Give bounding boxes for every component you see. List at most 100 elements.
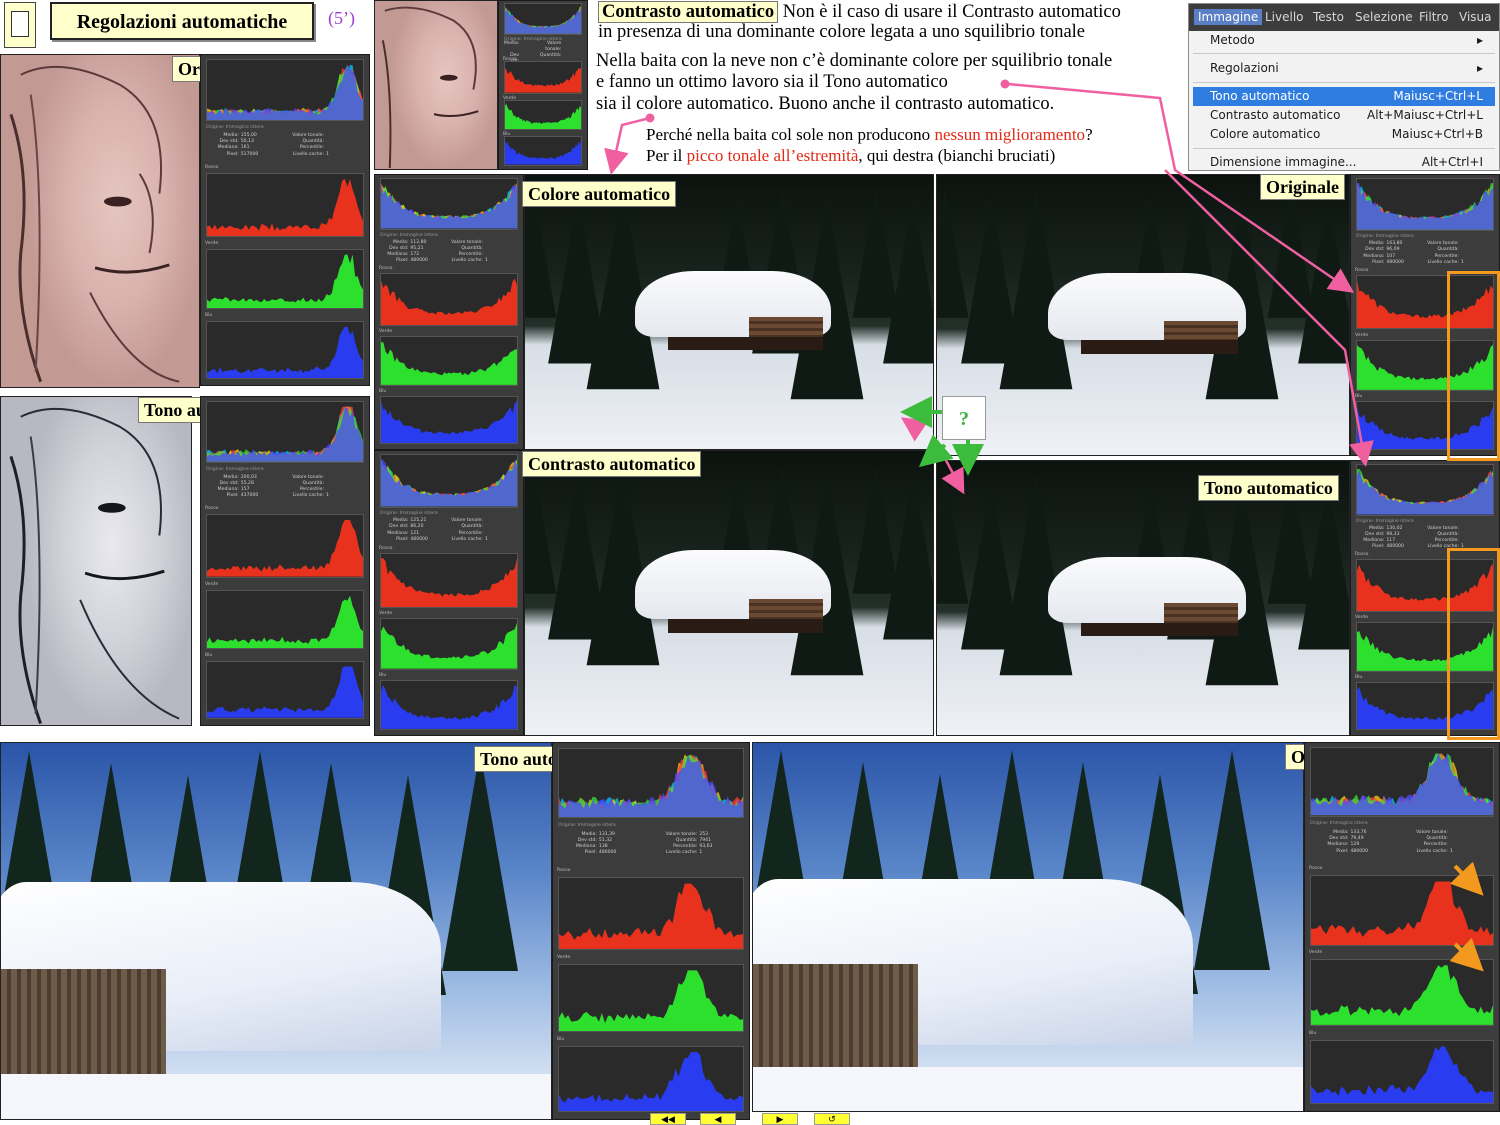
menubar-immagine[interactable]: Immagine (1194, 9, 1263, 25)
blue-channel-histogram (380, 679, 518, 730)
blue-channel-histogram-graph (1311, 1045, 1493, 1104)
blue-channel-histogram (1310, 1039, 1494, 1105)
note-line-7-b: , qui destra (bianchi bruciati) (858, 146, 1056, 165)
stats-cell: Pixel: (396, 536, 409, 542)
cabin-base (667, 618, 823, 633)
histogram-panel-tono-sunny: Origine: Immagine intera Media: 131,39 Valo… (552, 742, 750, 1120)
menubar-selezione[interactable]: Selezione (1355, 10, 1413, 24)
histogram-stats: Media: 155,00 Valore tonale: Dev std: 50,13 Q… (206, 133, 364, 158)
note-line-7-a: Per il (646, 146, 687, 165)
note-line-5: sia il colore automatico. Buono anche il… (596, 94, 1055, 114)
menu-item-label: Dimensione immagine... (1210, 155, 1357, 169)
stats-cell: 480000 (410, 536, 428, 542)
histogram-panel-tono-face: Origine: Immagine intera Media: 200,03 Valo… (200, 396, 370, 726)
histogram-panel-colore: Origine: Immagine intera Media: 112,80 Valo… (374, 174, 524, 450)
menu-item-metodo[interactable]: Metodo ▸ (1193, 31, 1495, 50)
channel-label-red: Rosso (379, 545, 393, 551)
stats-cell: Livello cache: (292, 151, 325, 157)
blue-channel-histogram-graph (381, 400, 517, 444)
composite-histogram (206, 59, 364, 121)
stats-cell: 1 (1460, 259, 1464, 265)
menubar-visualizza[interactable]: Visua (1459, 10, 1492, 24)
stats-cell: 517000 (240, 151, 259, 157)
page-title: Regolazioni automatiche (50, 2, 314, 40)
tree-silhouette (882, 475, 933, 640)
blue-channel-histogram-graph (207, 326, 363, 378)
nav-first-button[interactable]: ◀◀ (650, 1113, 686, 1125)
stats-cell: Livello cache: (1416, 848, 1448, 854)
composite-histogram-graph (207, 64, 363, 120)
note-line-6-a: Perché nella baita col sole non producon… (646, 125, 935, 144)
sunny-photo-original (752, 742, 1304, 1112)
blue-channel-histogram (206, 661, 364, 720)
stats-cell: 1 (326, 151, 329, 157)
histogram-source-tabs: Origine: Immagine intera (380, 511, 438, 517)
channel-label-blue: Blu (1355, 675, 1363, 681)
red-channel-histogram-graph (1311, 881, 1493, 945)
menubar-livello[interactable]: Livello (1265, 10, 1304, 24)
green-channel-histogram (206, 249, 364, 309)
histogram-source-tabs: Origine: Immagine intera (1356, 234, 1414, 240)
green-channel-histogram (504, 99, 582, 131)
channel-label-blue: Blu (379, 389, 387, 395)
menu-item-label: Tono automatico (1210, 89, 1310, 103)
nav-next-button[interactable]: ▶ (762, 1113, 798, 1125)
page-icon (4, 2, 36, 48)
snow-photo-contrasto (524, 450, 934, 736)
menu-item-dimensione-immagine[interactable]: Dimensione immagine... Alt+Ctrl+I (1193, 153, 1495, 172)
histogram-stats: Media: 125,21 Valore tonale: Dev std: 86,20 Q… (380, 518, 518, 543)
green-channel-histogram (558, 964, 744, 1033)
blue-channel-histogram (558, 1046, 744, 1113)
channel-label-blue: Blu (1355, 393, 1363, 399)
composite-histogram (504, 3, 582, 35)
stats-cell: Pixel: (1372, 544, 1385, 550)
histogram-source-tabs: Origine: Immagine intera (1310, 821, 1368, 827)
menubar-filtro[interactable]: Filtro (1419, 10, 1448, 24)
green-channel-histogram (380, 617, 518, 670)
stats-cell (521, 41, 540, 53)
face-thumbnail (374, 0, 498, 170)
stats-cell: 1 (484, 536, 488, 542)
red-channel-histogram-graph (381, 557, 517, 607)
composite-histogram (1356, 464, 1494, 516)
menubar-testo[interactable]: Testo (1313, 10, 1344, 24)
stats-row: Pixel: 437000 Livello cache: 1 (206, 493, 364, 499)
question-box: ? (942, 396, 986, 440)
composite-histogram-graph (381, 183, 517, 229)
stats-row: Pixel: 480000 Livello cache: 1 (1310, 849, 1494, 855)
red-channel-histogram-graph (381, 278, 517, 326)
red-channel-histogram (558, 877, 744, 951)
menu-item-tono-automatico[interactable]: Tono automatico Maiusc+Ctrl+L (1193, 87, 1495, 106)
tree-silhouette (882, 198, 933, 364)
red-channel-histogram (206, 514, 364, 578)
stats-cell: 480000 (1350, 848, 1369, 854)
channel-label-red: Rosso (1355, 552, 1369, 558)
green-channel-histogram (206, 589, 364, 650)
channel-label-green: Verde (205, 581, 219, 587)
stats-cell: Livello cache: (292, 493, 325, 499)
channel-label-green: Verde (1355, 332, 1369, 338)
stats-cell: 480000 (1386, 259, 1404, 265)
menu-item-colore-automatico[interactable]: Colore automatico Maiusc+Ctrl+B (1193, 125, 1495, 144)
menu-item-contrasto-automatico[interactable]: Contrasto automatico Alt+Maiusc+Ctrl+L (1193, 106, 1495, 125)
note-line-6: Perché nella baita col sole non producon… (646, 124, 1093, 145)
blue-channel-histogram-graph (381, 684, 517, 729)
histogram-panel-original-sunny: Origine: Immagine intera Media: 133,76 Valo… (1304, 742, 1500, 1112)
stats-cell (563, 41, 582, 53)
composite-histogram-graph (1357, 183, 1493, 230)
label-colore: Colore automatico (522, 181, 677, 207)
image-menu: Immagine Livello Testo Selezione Filtro … (1188, 3, 1500, 171)
menu-item-regolazioni[interactable]: Regolazioni ▸ (1193, 59, 1495, 78)
stats-cell: Pixel: (1336, 848, 1349, 854)
nav-prev-button[interactable]: ◀ (700, 1113, 736, 1125)
menu-bar: Immagine Livello Testo Selezione Filtro … (1189, 4, 1499, 31)
stats-cell: 1 (326, 493, 329, 499)
green-channel-histogram-graph (1311, 965, 1493, 1026)
note-line-4: e fanno un ottimo lavoro sia il Tono aut… (596, 72, 948, 92)
composite-histogram (1310, 747, 1494, 817)
blue-channel-histogram (504, 136, 582, 166)
green-channel-histogram-graph (381, 342, 517, 385)
nav-back-button[interactable]: ↺ (814, 1113, 850, 1125)
note-line-2: in presenza di una dominante colore lega… (598, 22, 1086, 42)
menu-item-label: Contrasto automatico (1210, 108, 1341, 122)
